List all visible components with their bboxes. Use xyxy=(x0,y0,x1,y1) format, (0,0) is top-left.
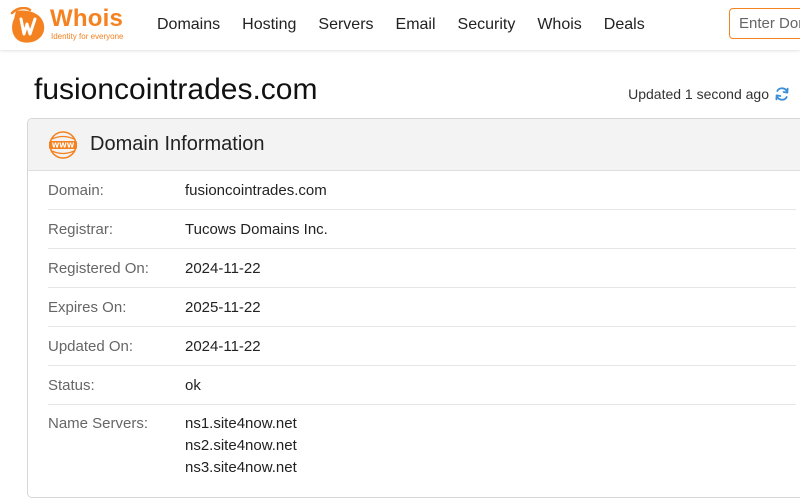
page-title: fusioncointrades.com xyxy=(34,73,318,106)
whois-logo-icon xyxy=(10,7,45,43)
nav-item-hosting[interactable]: Hosting xyxy=(231,0,307,50)
info-row-status: Status: ok xyxy=(48,366,796,405)
main-nav: Domains Hosting Servers Email Security W… xyxy=(146,0,656,50)
row-value: fusioncointrades.com xyxy=(185,181,327,199)
card-title: Domain Information xyxy=(90,133,265,155)
info-row-registered-on: Registered On: 2024-11-22 xyxy=(48,249,796,288)
name-server-item: ns1.site4now.net xyxy=(185,415,297,432)
nav-item-email[interactable]: Email xyxy=(385,0,447,50)
row-value: 2024-11-22 xyxy=(185,259,261,277)
brand-tagline: Identity for everyone xyxy=(51,32,124,41)
name-server-item: ns3.site4now.net xyxy=(185,459,297,476)
row-label: Registered On: xyxy=(48,259,149,277)
name-server-list: ns1.site4now.net ns2.site4now.net ns3.si… xyxy=(185,413,297,479)
nav-item-domains[interactable]: Domains xyxy=(146,0,231,50)
row-label: Registrar: xyxy=(48,220,114,238)
card-header: WWW Domain Information xyxy=(28,119,800,171)
domain-info-list: Domain: fusioncointrades.com Registrar: … xyxy=(28,171,800,479)
domain-information-card: WWW Domain Information Domain: fusioncoi… xyxy=(27,118,800,498)
row-label: Updated On: xyxy=(48,337,134,355)
nav-item-servers[interactable]: Servers xyxy=(307,0,384,50)
nav-item-whois[interactable]: Whois xyxy=(526,0,592,50)
row-label: Domain: xyxy=(48,181,104,199)
row-label: Name Servers: xyxy=(48,415,149,432)
row-value: 2024-11-22 xyxy=(185,337,261,355)
name-server-item: ns2.site4now.net xyxy=(185,437,297,454)
row-value: Tucows Domains Inc. xyxy=(185,220,328,238)
info-row-expires-on: Expires On: 2025-11-22 xyxy=(48,288,796,327)
whois-logo[interactable]: Whois Identity for everyone xyxy=(8,5,133,45)
row-label: Expires On: xyxy=(48,298,127,316)
updated-status: Updated 1 second ago xyxy=(628,86,790,102)
row-value: ok xyxy=(185,376,201,394)
updated-text: Updated 1 second ago xyxy=(628,86,769,102)
svg-text:WWW: WWW xyxy=(52,141,75,149)
top-navigation-bar: Whois Identity for everyone Domains Host… xyxy=(0,0,800,50)
nav-item-security[interactable]: Security xyxy=(447,0,527,50)
info-row-registrar: Registrar: Tucows Domains Inc. xyxy=(48,210,796,249)
nav-item-deals[interactable]: Deals xyxy=(593,0,656,50)
brand-name: Whois xyxy=(50,5,123,32)
info-row-updated-on: Updated On: 2024-11-22 xyxy=(48,327,796,366)
refresh-icon[interactable] xyxy=(774,86,790,102)
row-label: Status: xyxy=(48,376,95,394)
info-row-name-servers: Name Servers: ns1.site4now.net ns2.site4… xyxy=(48,405,796,479)
row-value: 2025-11-22 xyxy=(185,298,261,316)
www-globe-icon: WWW xyxy=(49,130,77,159)
domain-search-input[interactable] xyxy=(729,8,800,39)
info-row-domain: Domain: fusioncointrades.com xyxy=(48,171,796,210)
